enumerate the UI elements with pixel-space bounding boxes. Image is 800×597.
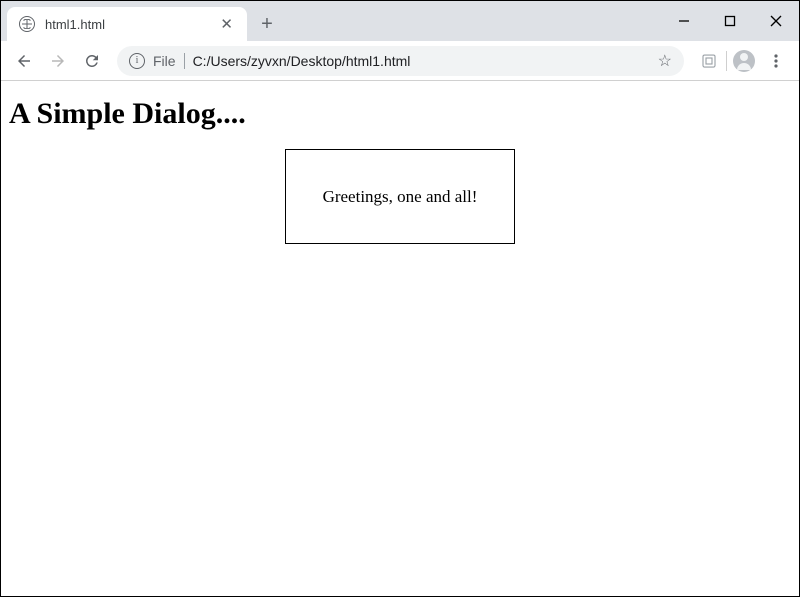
avatar-icon — [733, 50, 755, 72]
page-content: A Simple Dialog.... Greetings, one and a… — [1, 81, 799, 596]
maximize-button[interactable] — [707, 7, 753, 35]
toolbar-divider — [726, 51, 727, 71]
close-tab-icon[interactable]: ✕ — [216, 13, 237, 35]
window-controls — [661, 1, 799, 41]
info-icon[interactable]: i — [129, 53, 145, 69]
browser-tab[interactable]: html1.html ✕ — [7, 7, 247, 41]
page-heading: A Simple Dialog.... — [9, 97, 791, 131]
browser-titlebar: html1.html ✕ + — [1, 1, 799, 41]
new-tab-button[interactable]: + — [253, 7, 281, 41]
bookmark-star-icon[interactable]: ☆ — [658, 51, 672, 71]
menu-button[interactable] — [761, 46, 791, 76]
dialog-text: Greetings, one and all! — [323, 187, 478, 207]
url-text: C:/Users/zyvxn/Desktop/html1.html — [193, 53, 650, 69]
back-button[interactable] — [9, 46, 39, 76]
forward-button[interactable] — [43, 46, 73, 76]
url-scheme-label: File — [153, 53, 185, 69]
globe-icon — [19, 16, 35, 32]
profile-button[interactable] — [729, 46, 759, 76]
reader-mode-icon[interactable] — [694, 46, 724, 76]
minimize-button[interactable] — [661, 7, 707, 35]
dialog-box: Greetings, one and all! — [285, 149, 515, 244]
tab-title: html1.html — [45, 17, 216, 32]
close-window-button[interactable] — [753, 7, 799, 35]
address-bar[interactable]: i File C:/Users/zyvxn/Desktop/html1.html… — [117, 46, 684, 76]
browser-toolbar: i File C:/Users/zyvxn/Desktop/html1.html… — [1, 41, 799, 81]
reload-button[interactable] — [77, 46, 107, 76]
toolbar-right-icons — [694, 46, 791, 76]
